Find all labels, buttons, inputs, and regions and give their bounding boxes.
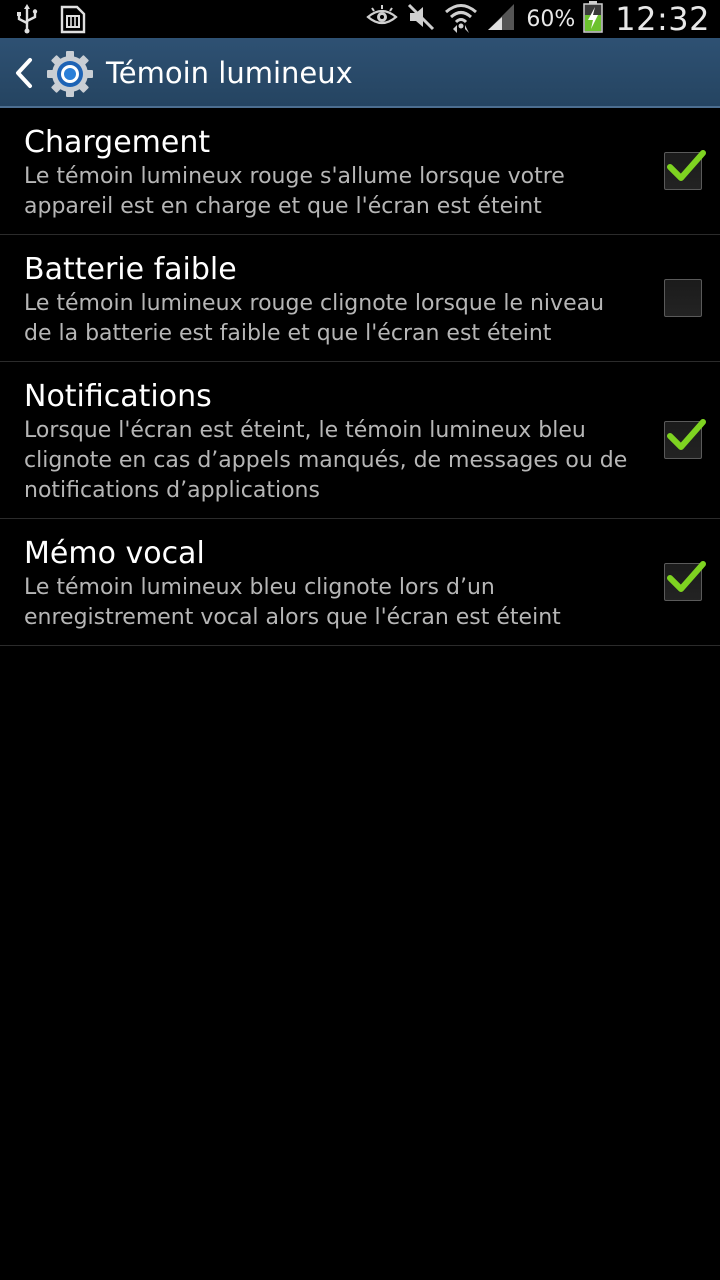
settings-gear-icon[interactable] xyxy=(46,50,94,98)
checkbox-batterie-faible[interactable] xyxy=(664,279,702,317)
list-item-memo-vocal[interactable]: Mémo vocal Le témoin lumineux bleu clign… xyxy=(0,519,720,646)
back-chevron-icon[interactable] xyxy=(12,56,36,90)
status-bar: 60% 12:32 xyxy=(0,0,720,38)
page-title: Témoin lumineux xyxy=(106,56,353,90)
status-right-icons: 60% 12:32 xyxy=(366,0,710,38)
item-title: Chargement xyxy=(24,125,211,160)
battery-percent: 60% xyxy=(526,6,576,32)
sim-card-icon xyxy=(60,4,86,38)
checkmark-icon xyxy=(667,419,706,450)
signal-icon xyxy=(486,3,516,35)
item-title: Notifications xyxy=(24,379,212,414)
checkbox-memo-vocal[interactable] xyxy=(664,561,706,601)
wifi-icon xyxy=(444,1,478,37)
action-bar: Témoin lumineux xyxy=(0,38,720,108)
checkbox-notifications[interactable] xyxy=(664,419,706,459)
checkbox-chargement[interactable] xyxy=(664,150,706,190)
item-title: Batterie faible xyxy=(24,252,237,287)
usb-icon xyxy=(14,4,40,38)
item-description: Le témoin lumineux bleu clignote lors d’… xyxy=(24,575,561,630)
item-description: Lorsque l'écran est éteint, le témoin lu… xyxy=(24,418,628,503)
clock: 12:32 xyxy=(615,0,710,38)
checkmark-icon xyxy=(667,561,706,592)
eye-smart-stay-icon xyxy=(366,5,399,33)
battery-charging-icon xyxy=(583,1,604,37)
list-item-notifications[interactable]: Notifications Lorsque l'écran est éteint… xyxy=(0,362,720,519)
item-title: Mémo vocal xyxy=(24,536,205,571)
settings-list: Chargement Le témoin lumineux rouge s'al… xyxy=(0,108,720,646)
item-description: Le témoin lumineux rouge s'allume lorsqu… xyxy=(24,164,565,219)
status-left-icons xyxy=(14,4,86,38)
list-item-chargement[interactable]: Chargement Le témoin lumineux rouge s'al… xyxy=(0,108,720,235)
mute-icon xyxy=(406,2,436,36)
list-item-batterie-faible[interactable]: Batterie faible Le témoin lumineux rouge… xyxy=(0,235,720,362)
item-description: Le témoin lumineux rouge clignote lorsqu… xyxy=(24,291,605,346)
checkmark-icon xyxy=(667,150,706,181)
